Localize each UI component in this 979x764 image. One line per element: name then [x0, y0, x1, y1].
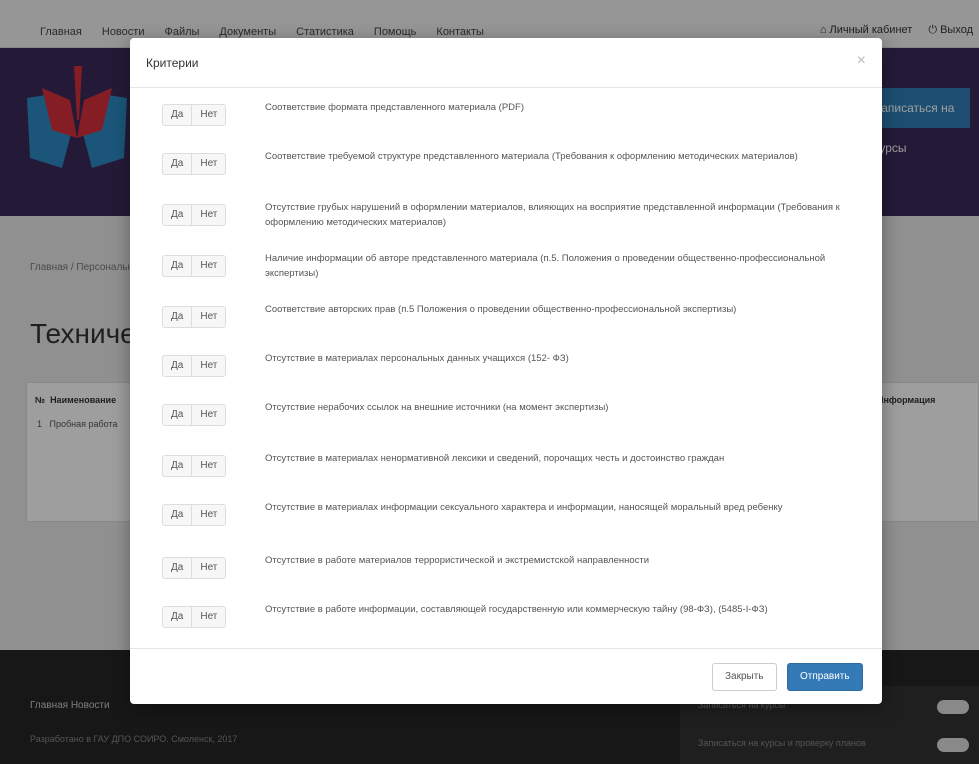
modal-footer: Закрыть Отправить: [130, 648, 882, 704]
criterion-row: Да Нет Наличие информации об авторе предст…: [130, 239, 882, 290]
no-button[interactable]: Нет: [191, 504, 227, 526]
no-button[interactable]: Нет: [191, 557, 227, 579]
criterion-text: Отсутствие нерабочих ссылок на внешние и…: [265, 402, 609, 413]
criterion-text: Отсутствие в работе материалов террорист…: [265, 555, 650, 566]
criterion-row: Да Нет Отсутствие в материалах информации …: [130, 488, 882, 539]
close-icon[interactable]: ×: [857, 52, 866, 70]
criterion-text: Соответствие формата представленного мат…: [265, 102, 524, 113]
yes-button[interactable]: Да: [162, 404, 192, 426]
no-button[interactable]: Нет: [191, 153, 227, 175]
yes-button[interactable]: Да: [162, 153, 192, 175]
no-button[interactable]: Нет: [191, 355, 227, 377]
criterion-row: Да Нет Отсутствие в работе материалов терр…: [130, 541, 882, 592]
send-button[interactable]: Отправить: [787, 663, 863, 691]
criterion-text: Соответствие требуемой структуре предста…: [265, 151, 798, 162]
yes-button[interactable]: Да: [162, 255, 192, 277]
criterion-row: Да Нет Отсутствие нерабочих ссылок на внеш…: [130, 388, 882, 439]
no-button[interactable]: Нет: [191, 455, 227, 477]
criterion-text: Отсутствие в материалах ненормативной ле…: [265, 453, 725, 464]
criterion-row: Да Нет Отсутствие в материалах ненормативн…: [130, 439, 882, 490]
close-button[interactable]: Закрыть: [712, 663, 777, 691]
no-button[interactable]: Нет: [191, 606, 227, 628]
criterion-text: Отсутствие в материалах персональных дан…: [265, 353, 569, 364]
modal-title: Критерии: [146, 56, 199, 70]
yes-button[interactable]: Да: [162, 455, 192, 477]
criterion-row: Да Нет Соответствие формата представленног…: [130, 88, 882, 139]
yes-no-toggle: Да Нет: [162, 404, 227, 426]
criterion-text: Отсутствие грубых нарушений в оформлении…: [265, 202, 840, 228]
criterion-row: Да Нет Отсутствие в материалах персональны…: [130, 339, 882, 390]
criterion-row: Да Нет Соответствие требуемой структуре пр…: [130, 137, 882, 188]
yes-no-toggle: Да Нет: [162, 557, 227, 579]
no-button[interactable]: Нет: [191, 204, 227, 226]
criterion-text: Отсутствие в работе информации, составля…: [265, 604, 768, 615]
yes-no-toggle: Да Нет: [162, 455, 227, 477]
yes-button[interactable]: Да: [162, 355, 192, 377]
yes-button[interactable]: Да: [162, 606, 192, 628]
yes-button[interactable]: Да: [162, 557, 192, 579]
yes-button[interactable]: Да: [162, 104, 192, 126]
no-button[interactable]: Нет: [191, 404, 227, 426]
criterion-row: Да Нет Отсутствие грубых нарушений в оформ…: [130, 188, 882, 239]
yes-no-toggle: Да Нет: [162, 355, 227, 377]
criteria-modal: Критерии × Да Нет Соответствие формата пре…: [130, 38, 882, 704]
modal-body: Да Нет Соответствие формата представленног…: [130, 88, 882, 648]
yes-no-toggle: Да Нет: [162, 153, 227, 175]
yes-no-toggle: Да Нет: [162, 504, 227, 526]
modal-header: Критерии ×: [130, 38, 882, 88]
yes-button[interactable]: Да: [162, 306, 192, 328]
criterion-text: Наличие информации об авторе представлен…: [265, 253, 826, 279]
criterion-row: Да Нет Отсутствие в работе информации, сос…: [130, 590, 882, 641]
yes-no-toggle: Да Нет: [162, 204, 227, 226]
criterion-text: Соответствие авторских прав (п.5 Положен…: [265, 304, 737, 315]
yes-button[interactable]: Да: [162, 504, 192, 526]
criterion-text: Отсутствие в материалах информации сексу…: [265, 502, 783, 513]
yes-button[interactable]: Да: [162, 204, 192, 226]
yes-no-toggle: Да Нет: [162, 306, 227, 328]
yes-no-toggle: Да Нет: [162, 606, 227, 628]
yes-no-toggle: Да Нет: [162, 104, 227, 126]
no-button[interactable]: Нет: [191, 306, 227, 328]
no-button[interactable]: Нет: [191, 104, 227, 126]
criterion-row: Да Нет Соответствие авторских прав (п.5 По…: [130, 290, 882, 341]
yes-no-toggle: Да Нет: [162, 255, 227, 277]
no-button[interactable]: Нет: [191, 255, 227, 277]
